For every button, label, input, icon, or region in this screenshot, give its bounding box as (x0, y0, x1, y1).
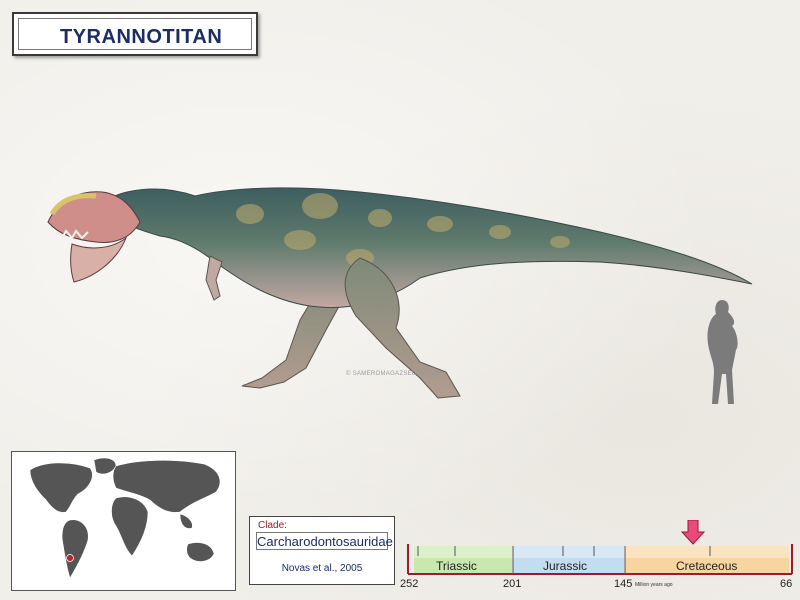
tick-145: 145 (614, 578, 632, 590)
human-silhouette (707, 300, 738, 404)
tick-66: 66 (780, 578, 792, 590)
dinosaur-lower-jaw (70, 236, 128, 283)
map-greenland (93, 457, 117, 475)
tick-252: 252 (400, 578, 418, 590)
geologic-timeline: Triassic Jurassic Cretaceous 252 201 145… (400, 520, 793, 590)
map-australia (186, 542, 215, 562)
map-south-america (61, 519, 89, 579)
period-triassic: Triassic (436, 559, 477, 573)
dinosaur-body (99, 187, 753, 309)
time-marker-arrow (680, 520, 706, 545)
fossil-location-dot (66, 554, 74, 562)
watermark-text: © SAMEROMAGAZSEDOMOMA (346, 371, 442, 377)
dinosaur-arm (205, 255, 223, 301)
author-citation: Novas et al., 2005 (281, 563, 363, 574)
map-southeast-asia (179, 513, 193, 529)
period-cretaceous: Cretaceous (676, 559, 737, 573)
map-north-america (29, 462, 93, 513)
tick-201: 201 (503, 578, 521, 590)
timeline-unit: Million years ago (635, 582, 673, 588)
map-africa (111, 496, 149, 557)
clade-label: Clade: (258, 520, 287, 531)
period-jurassic: Jurassic (543, 559, 587, 573)
clade-name: Carcharodontosauridae (256, 532, 393, 550)
world-map (11, 451, 236, 591)
clade-box: Clade: Carcharodontosauridae Novas et al… (249, 516, 395, 585)
